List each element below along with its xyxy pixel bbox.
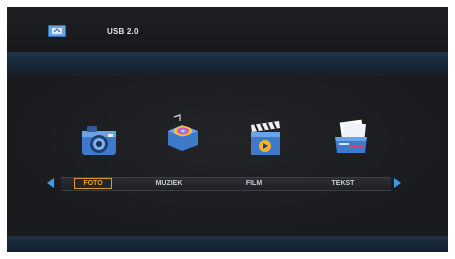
media-menu-area	[7, 76, 448, 236]
top-bar: USB 2.0	[7, 7, 448, 53]
film-clapper-icon[interactable]	[245, 119, 285, 159]
tab-tekst[interactable]: TEKST	[324, 179, 362, 188]
source-label: USB 2.0	[107, 27, 139, 36]
arrow-right-icon[interactable]	[394, 178, 401, 188]
camera-icon[interactable]	[79, 119, 119, 159]
document-folder-icon[interactable]	[331, 117, 371, 157]
usb-drive-icon	[47, 23, 67, 39]
tab-foto[interactable]: FOTO	[74, 178, 112, 189]
bottom-band	[7, 236, 448, 252]
tab-muziek[interactable]: MUZIEK	[149, 179, 189, 188]
header-band	[7, 52, 448, 76]
arrow-left-icon[interactable]	[47, 178, 54, 188]
music-disc-icon[interactable]	[162, 113, 202, 153]
tab-film[interactable]: FILM	[239, 179, 269, 188]
tv-screen: USB 2.0 FOTO MUZIEK FILM TEKST	[7, 7, 448, 252]
